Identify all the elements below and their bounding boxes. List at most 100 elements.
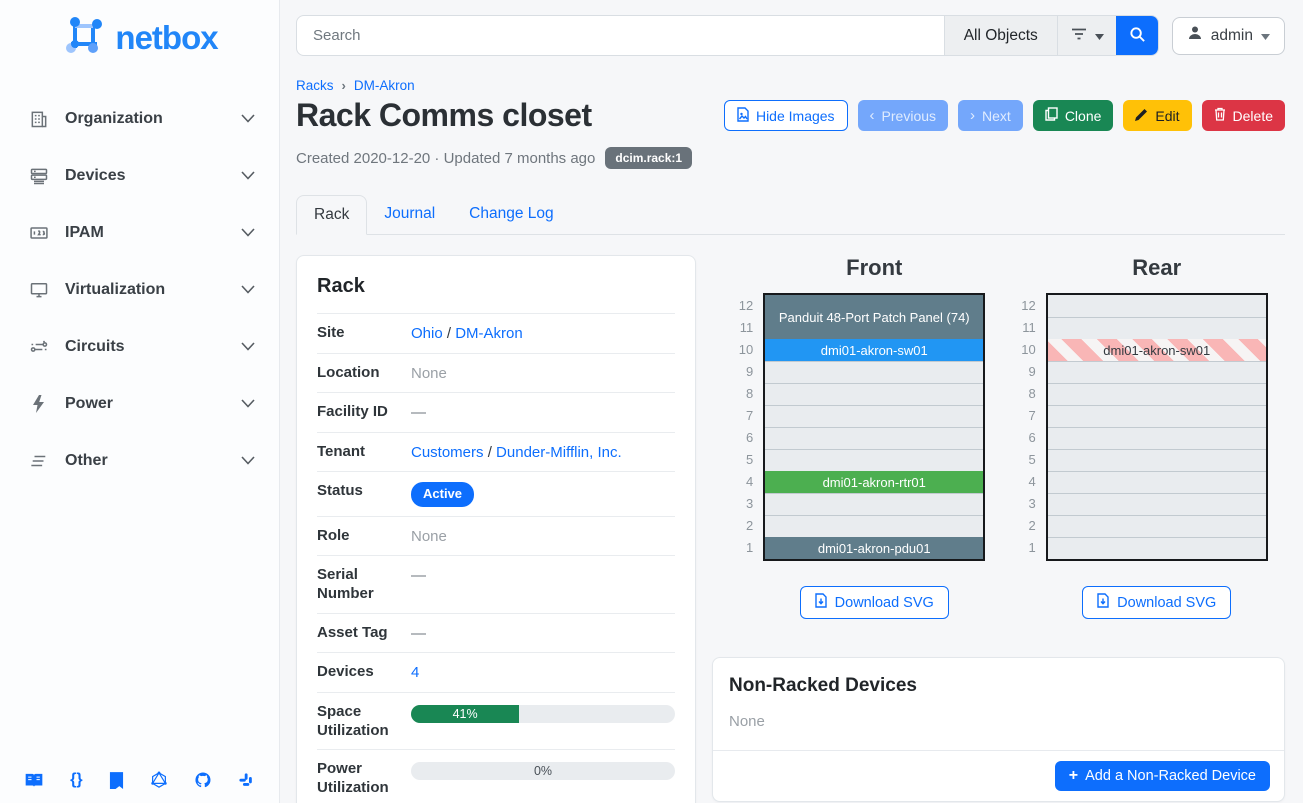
add-non-racked-device-button[interactable]: + Add a Non-Racked Device — [1055, 761, 1270, 791]
rack-unit-slot[interactable] — [1048, 295, 1266, 317]
journal-icon[interactable] — [109, 772, 124, 789]
rack-unit-slot[interactable] — [765, 493, 983, 515]
netbox-logo[interactable]: netbox — [0, 8, 279, 81]
rear-unit-labels: 121110987654321 — [1012, 293, 1046, 561]
rack-unit-slot[interactable] — [1048, 317, 1266, 339]
info-row-tenant: Tenant Customers / Dunder-Mifflin, Inc. — [317, 432, 675, 472]
rear-download-svg-button[interactable]: Download SVG — [1082, 586, 1231, 619]
rack-device[interactable]: dmi01-akron-pdu01 — [765, 537, 983, 559]
sidebar-item-other[interactable]: Other — [14, 441, 269, 481]
search-input[interactable] — [297, 16, 944, 55]
left-column: Rack Site Ohio / DM-Akron Location None … — [296, 255, 696, 803]
server-icon — [28, 166, 50, 186]
sidebar-item-devices[interactable]: Devices — [14, 156, 269, 196]
sidebar-item-power[interactable]: Power — [14, 384, 269, 424]
object-type-selector[interactable]: All Objects — [944, 16, 1057, 55]
unit-number: 6 — [1012, 427, 1046, 449]
filter-icon — [1071, 27, 1087, 45]
plus-icon: + — [1069, 768, 1078, 784]
lightning-icon — [28, 395, 50, 413]
non-racked-devices-card: Non-Racked Devices None + Add a Non-Rack… — [712, 657, 1285, 802]
delete-button[interactable]: Delete — [1202, 100, 1285, 131]
page-header: Rack Comms closet Hide Images ‹ Previous… — [296, 97, 1285, 134]
caret-down-icon — [1261, 27, 1270, 45]
sidebar-item-label: Circuits — [65, 338, 125, 356]
rack-device[interactable]: dmi01-akron-sw01 — [765, 339, 983, 361]
sidebar-item-virtualization[interactable]: Virtualization — [14, 270, 269, 310]
slack-icon[interactable] — [238, 772, 255, 789]
rack-unit-slot[interactable] — [1048, 471, 1266, 493]
unit-number: 12 — [729, 295, 763, 317]
tab-rack[interactable]: Rack — [296, 195, 367, 235]
counter-icon — [28, 223, 50, 243]
chevron-down-icon — [241, 452, 255, 470]
rack-unit-slot[interactable] — [1048, 515, 1266, 537]
hide-images-button[interactable]: Hide Images — [724, 100, 848, 131]
site-link[interactable]: DM-Akron — [455, 325, 523, 342]
rack-elevations: Front 121110987654321 Panduit 48-Port Pa… — [712, 255, 1285, 619]
person-icon — [1187, 25, 1203, 46]
tab-change-log[interactable]: Change Log — [452, 195, 570, 235]
chevron-down-icon — [241, 338, 255, 356]
user-menu-button[interactable]: admin — [1172, 17, 1285, 55]
page-title: Rack Comms closet — [296, 97, 592, 134]
rack-unit-slot[interactable] — [1048, 383, 1266, 405]
rack-unit-slot[interactable] — [1048, 449, 1266, 471]
github-icon[interactable] — [194, 771, 212, 789]
front-download-svg-button[interactable]: Download SVG — [800, 586, 949, 619]
unit-number: 8 — [1012, 383, 1046, 405]
tenant-group-link[interactable]: Customers — [411, 444, 484, 461]
global-search: All Objects — [296, 15, 1159, 56]
front-rack-diagram: Panduit 48-Port Patch Panel (74)dmi01-ak… — [763, 293, 985, 561]
search-submit-button[interactable] — [1116, 15, 1159, 56]
rack-unit-slot[interactable] — [1048, 427, 1266, 449]
tab-bar: Rack Journal Change Log — [296, 194, 1285, 235]
device-count-link[interactable]: 4 — [411, 664, 419, 681]
sidebar-item-ipam[interactable]: IPAM — [14, 213, 269, 253]
file-download-icon — [1097, 593, 1109, 612]
building-icon — [28, 109, 50, 129]
rear-rack-diagram: dmi01-akron-sw01 — [1046, 293, 1268, 561]
unit-number: 10 — [1012, 339, 1046, 361]
breadcrumb-racks-link[interactable]: Racks — [296, 78, 334, 93]
docs-book-icon[interactable] — [24, 772, 44, 789]
rack-device[interactable]: Panduit 48-Port Patch Panel (74) — [765, 295, 983, 339]
sidebar-item-circuits[interactable]: Circuits — [14, 327, 269, 367]
code-braces-icon[interactable]: {} — [70, 771, 82, 789]
sidebar-item-label: Other — [65, 452, 108, 470]
non-racked-devices-empty: None — [713, 703, 1284, 750]
previous-button[interactable]: ‹ Previous — [858, 100, 948, 131]
rack-unit-slot[interactable] — [1048, 405, 1266, 427]
chevron-down-icon — [241, 110, 255, 128]
tab-journal[interactable]: Journal — [367, 195, 452, 235]
rack-unit-slot[interactable] — [765, 427, 983, 449]
search-filter-button[interactable] — [1057, 16, 1117, 55]
info-row-facility-id: Facility ID — — [317, 392, 675, 432]
graphql-icon[interactable] — [150, 771, 168, 789]
rack-unit-slot[interactable] — [1048, 493, 1266, 515]
front-elevation-title: Front — [763, 255, 985, 281]
edit-button[interactable]: Edit — [1123, 100, 1191, 131]
rack-device[interactable]: dmi01-akron-rtr01 — [765, 471, 983, 493]
next-button[interactable]: › Next — [958, 100, 1023, 131]
breadcrumb-site-link[interactable]: DM-Akron — [354, 78, 415, 93]
power-utilization-label: 0% — [411, 762, 675, 780]
sidebar: netbox Organization Devices IPAM — [0, 0, 280, 803]
breadcrumb-separator: › — [342, 78, 346, 93]
sidebar-item-organization[interactable]: Organization — [14, 99, 269, 139]
rack-unit-slot[interactable] — [1048, 537, 1266, 559]
chevron-down-icon — [241, 281, 255, 299]
lines-icon — [28, 454, 50, 468]
rack-device[interactable]: dmi01-akron-sw01 — [1048, 339, 1266, 361]
site-group-link[interactable]: Ohio — [411, 325, 443, 342]
rack-unit-slot[interactable] — [765, 361, 983, 383]
info-row-devices: Devices 4 — [317, 652, 675, 692]
clone-button[interactable]: Clone — [1033, 100, 1114, 131]
tenant-link[interactable]: Dunder-Mifflin, Inc. — [496, 444, 622, 461]
rack-unit-slot[interactable] — [1048, 361, 1266, 383]
rack-unit-slot[interactable] — [765, 405, 983, 427]
unit-number: 4 — [729, 471, 763, 493]
rack-unit-slot[interactable] — [765, 449, 983, 471]
rack-unit-slot[interactable] — [765, 383, 983, 405]
rack-unit-slot[interactable] — [765, 515, 983, 537]
